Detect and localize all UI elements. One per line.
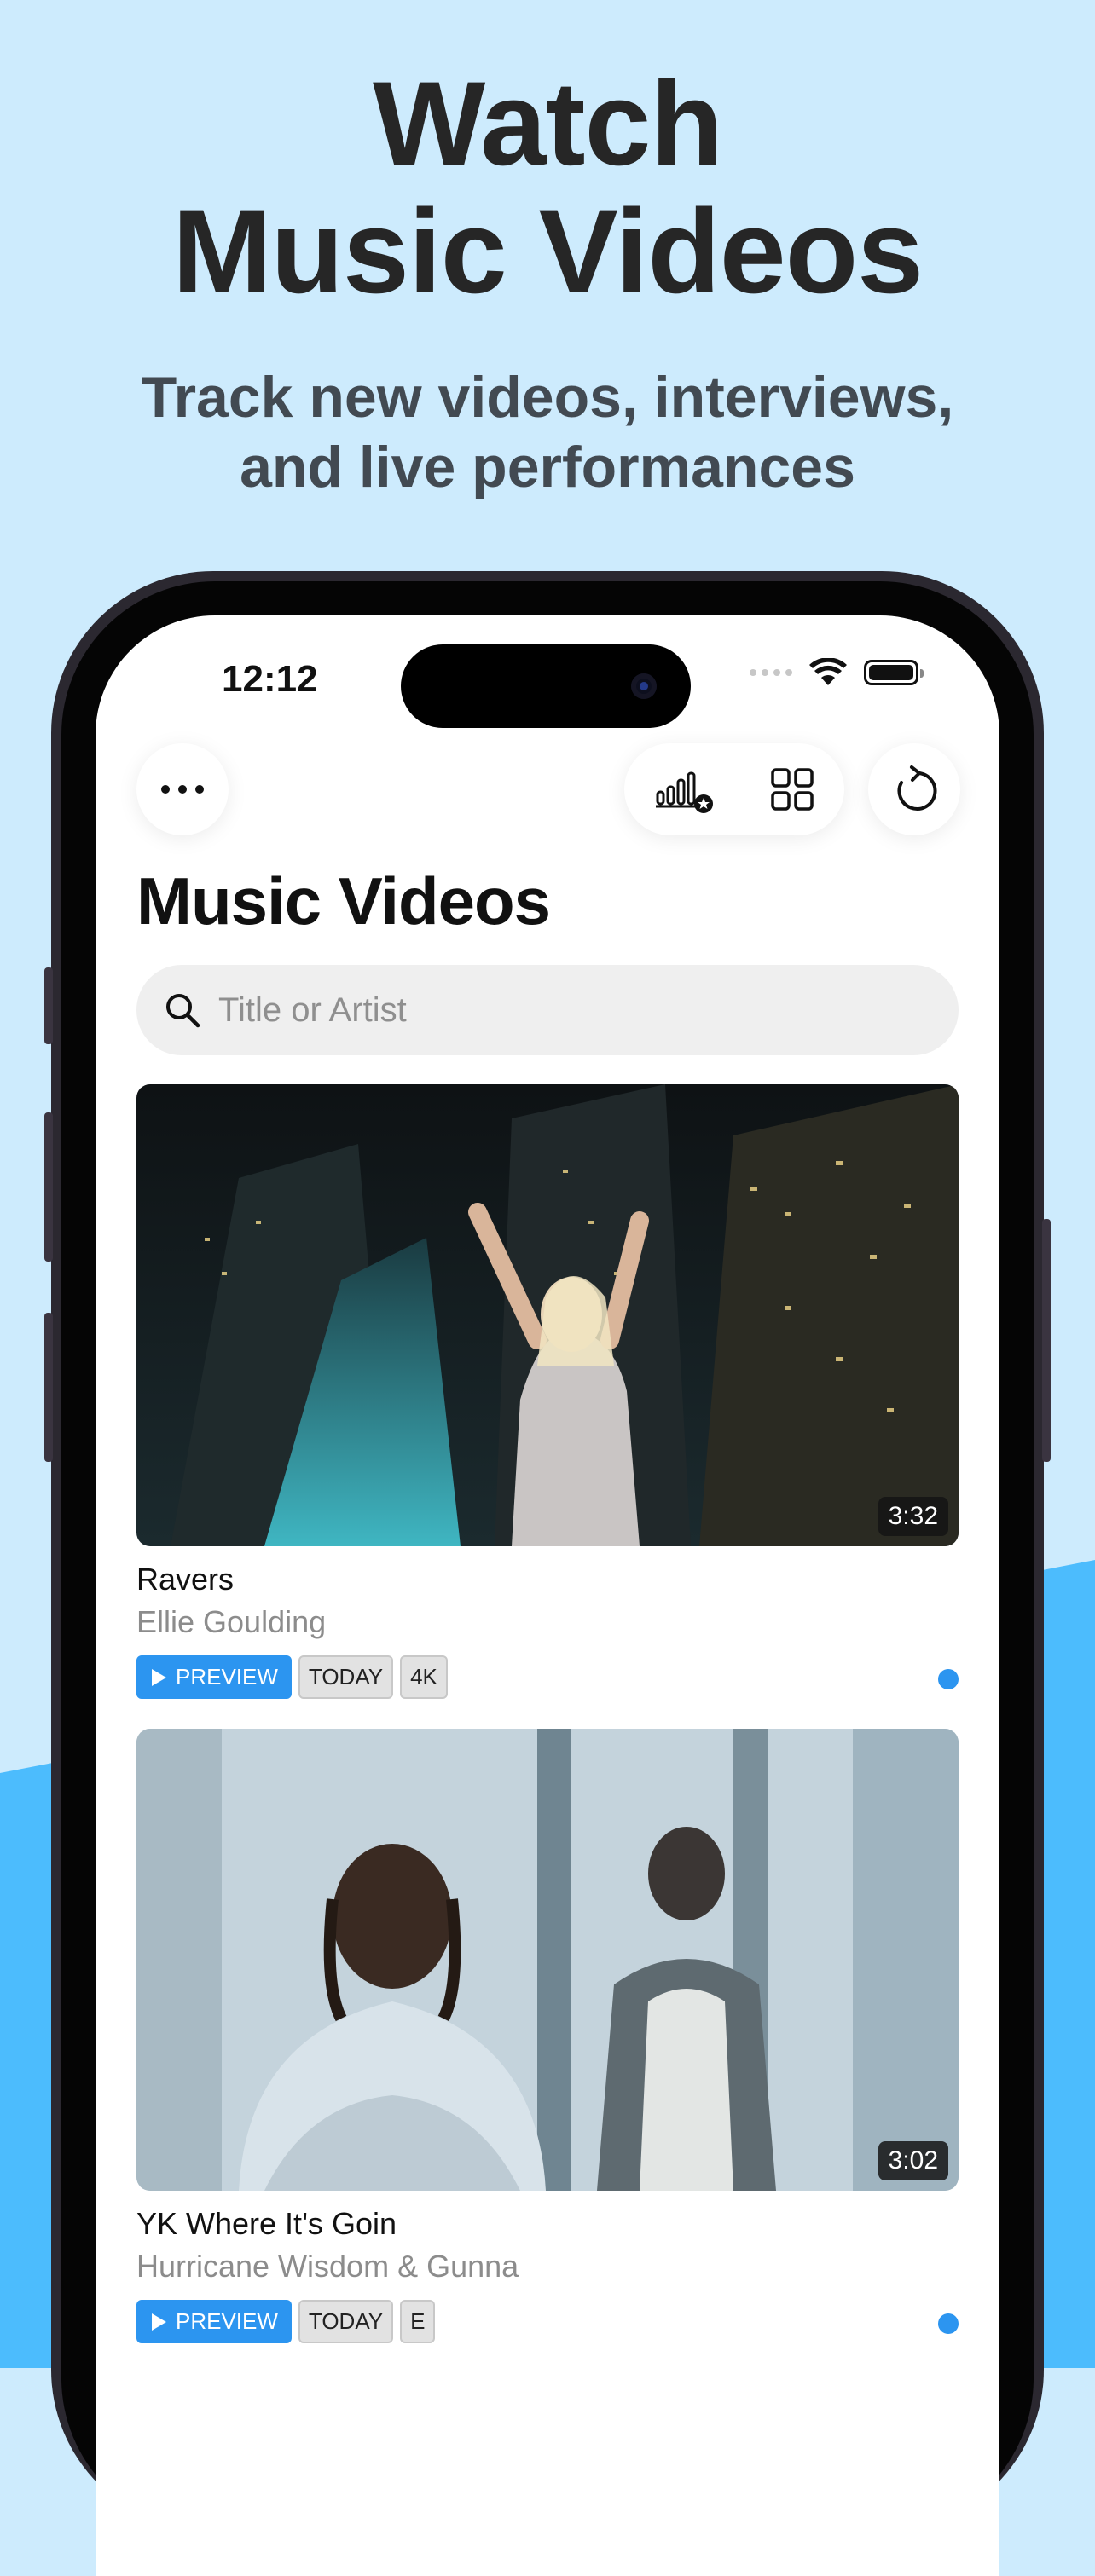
preview-button[interactable]: PREVIEW (136, 1655, 292, 1699)
date-badge: TODAY (298, 2300, 394, 2343)
search-placeholder: Title or Artist (218, 991, 407, 1029)
refresh-button[interactable] (868, 743, 960, 835)
subhead-line-2: and live performances (240, 435, 855, 500)
unread-indicator (938, 1669, 959, 1689)
refresh-icon (897, 765, 937, 811)
preview-label: PREVIEW (176, 1664, 278, 1689)
video-tags: PREVIEW TODAY E (136, 2300, 959, 2343)
headline-line-2: Music Videos (171, 184, 924, 318)
phone-frame: 12:12 Music Videos Title or Artist 3:32 … (44, 571, 1051, 2576)
wifi-icon (809, 658, 847, 685)
status-time: 12:12 (222, 658, 318, 700)
video-duration: 3:02 (878, 2141, 948, 2180)
thumbnail-image (136, 1729, 959, 2191)
video-thumbnail[interactable]: 3:02 (136, 1729, 959, 2191)
play-icon (152, 1668, 166, 1686)
page-title: Music Videos (136, 863, 551, 939)
volume-down-button (44, 1313, 53, 1462)
date-badge: TODAY (298, 1655, 394, 1699)
view-options-group (624, 743, 844, 835)
video-tags: PREVIEW TODAY 4K (136, 1655, 959, 1699)
video-artist: Hurricane Wisdom & Gunna (136, 2249, 519, 2284)
headline-line-1: Watch (373, 56, 723, 190)
status-icons (750, 658, 924, 687)
power-button (1042, 1219, 1051, 1462)
chart-star-icon[interactable] (654, 765, 719, 814)
video-title: Ravers (136, 1562, 235, 1597)
preview-button[interactable]: PREVIEW (136, 2300, 292, 2343)
search-icon (166, 994, 200, 1028)
more-button[interactable] (136, 743, 229, 835)
battery-icon (864, 660, 924, 685)
video-artist: Ellie Goulding (136, 1604, 327, 1639)
search-input[interactable]: Title or Artist (136, 965, 959, 1055)
grid-icon[interactable] (770, 767, 814, 811)
marketing-subhead: Track new videos, interviews, and live p… (0, 362, 1095, 502)
marketing-headline: Watch Music Videos (0, 60, 1095, 315)
video-thumbnail[interactable]: 3:32 (136, 1084, 959, 1546)
ellipsis-icon (161, 785, 204, 794)
preview-label: PREVIEW (176, 2308, 278, 2334)
explicit-badge: E (400, 2300, 436, 2343)
video-card[interactable]: 3:02 YK Where It's Goin Hurricane Wisdom… (136, 1729, 959, 2343)
front-camera (631, 673, 657, 699)
volume-up-button (44, 1112, 53, 1262)
thumbnail-image (136, 1084, 959, 1546)
quality-badge: 4K (400, 1655, 448, 1699)
unread-indicator (938, 2313, 959, 2334)
action-button (44, 967, 53, 1044)
signal-icon (750, 669, 792, 676)
play-icon (152, 2313, 166, 2331)
video-card[interactable]: 3:32 Ravers Ellie Goulding PREVIEW TODAY… (136, 1084, 959, 1699)
subhead-line-1: Track new videos, interviews, (141, 365, 954, 430)
dynamic-island (401, 644, 691, 728)
app-screen: 12:12 Music Videos Title or Artist 3:32 … (96, 615, 999, 2576)
video-duration: 3:32 (878, 1497, 948, 1536)
video-title: YK Where It's Goin (136, 2206, 397, 2241)
